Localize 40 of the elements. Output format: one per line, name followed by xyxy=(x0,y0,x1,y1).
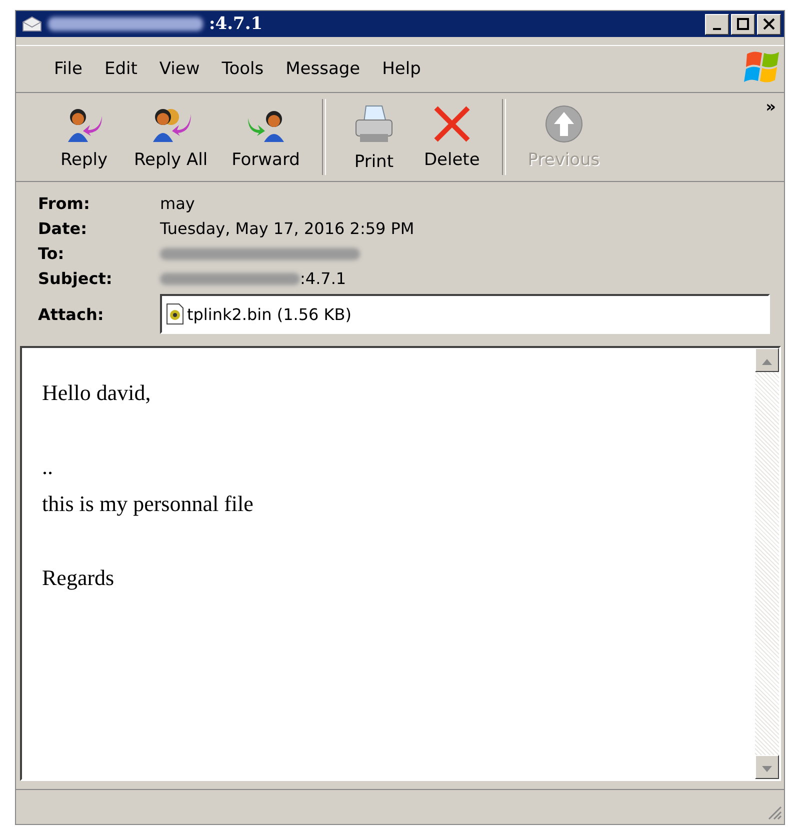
minimize-icon xyxy=(713,28,721,30)
close-icon xyxy=(432,104,472,144)
toolbar-button[interactable]: Reply xyxy=(46,93,122,181)
minimize-button[interactable] xyxy=(705,14,729,34)
close-button[interactable] xyxy=(757,14,781,34)
header-label: Attach: xyxy=(38,304,105,324)
scroll-up-button[interactable] xyxy=(755,348,779,372)
maximize-button[interactable] xyxy=(731,14,755,34)
up-triangle-icon xyxy=(762,358,772,364)
header-label: From: xyxy=(38,194,91,213)
envelope-icon xyxy=(22,16,42,32)
window-title: :4.7.1 xyxy=(209,14,263,34)
header-value: may xyxy=(160,194,195,213)
message-line: .. xyxy=(42,454,53,479)
attachment-field[interactable]: tplink2.bin (1.56 KB) xyxy=(160,294,770,334)
down-triangle-icon xyxy=(762,766,772,772)
menu-item[interactable]: View xyxy=(149,55,210,83)
header-label: Date: xyxy=(38,219,88,238)
menu-item[interactable]: Help xyxy=(372,55,431,83)
menu-item[interactable]: File xyxy=(44,55,92,83)
header-value: :4.7.1 xyxy=(300,269,346,288)
toolbar-button[interactable]: Reply All xyxy=(122,93,220,181)
menu-item[interactable]: Tools xyxy=(212,55,274,83)
scroll-down-button[interactable] xyxy=(755,755,779,779)
close-icon xyxy=(763,18,775,30)
message-line: this is my personnal file xyxy=(42,491,254,516)
menu-item[interactable]: Edit xyxy=(94,55,148,83)
message-line: Regards xyxy=(42,565,114,590)
header-label: Subject: xyxy=(38,269,114,288)
menu-item[interactable]: Message xyxy=(276,55,370,83)
toolbar-button[interactable]: Print xyxy=(336,93,412,181)
header-value: Tuesday, May 17, 2016 2:59 PM xyxy=(160,219,414,238)
maximize-icon xyxy=(737,18,749,30)
file-icon xyxy=(166,303,184,325)
overflow-chevron[interactable]: » xyxy=(766,97,776,116)
toolbar-button[interactable]: Delete xyxy=(412,93,492,181)
resize-grip-icon xyxy=(766,804,782,820)
message-line: Hello david, xyxy=(42,380,151,405)
toolbar-button[interactable]: Forward xyxy=(220,93,312,181)
header-label: To: xyxy=(38,244,66,263)
